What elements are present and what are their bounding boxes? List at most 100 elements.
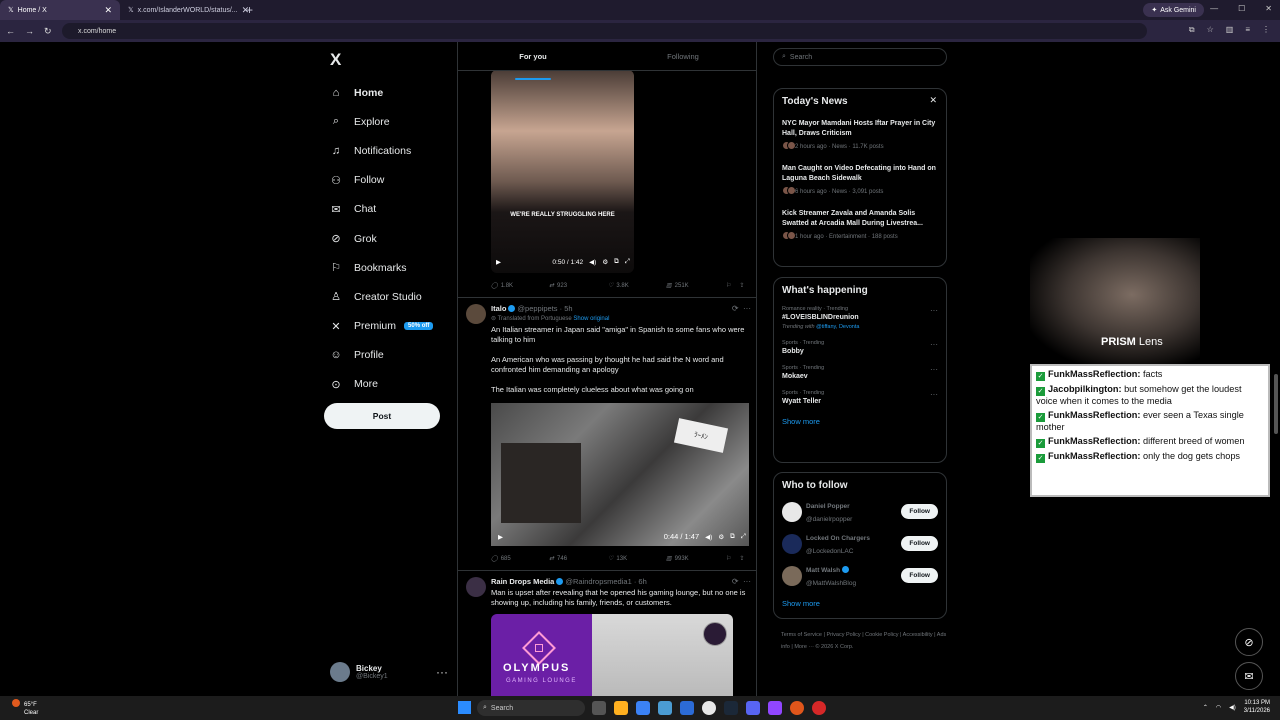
search-input[interactable]: ⌕ Search xyxy=(773,48,947,66)
fullscreen-icon[interactable]: ⤢ xyxy=(625,258,630,266)
nav-item-notifications[interactable]: ♫ Notifications xyxy=(330,136,433,165)
file-explorer-icon[interactable] xyxy=(614,701,628,715)
browser-tab-home[interactable]: 𝕏 Home / X ✕ xyxy=(0,0,120,20)
nav-item-grok[interactable]: ⊘ Grok xyxy=(330,224,433,253)
extensions-icon[interactable]: ≡ xyxy=(1245,25,1250,35)
close-tab-icon[interactable]: ✕ xyxy=(104,5,112,16)
maximize-icon[interactable]: ☐ xyxy=(1238,4,1245,13)
settings-icon[interactable]: ⚙ xyxy=(718,533,724,541)
follow-button[interactable]: Follow xyxy=(901,536,938,551)
like-button[interactable]: ♡ 3.8K xyxy=(608,282,666,290)
show-more-link[interactable]: Show more xyxy=(782,417,938,426)
tab-for-you[interactable]: For you xyxy=(458,42,608,80)
bookmark-icon[interactable]: ⚐ xyxy=(726,282,731,289)
follow-button[interactable]: Follow xyxy=(901,504,938,519)
clock[interactable]: 10:13 PM 3/11/2026 xyxy=(1244,699,1270,715)
views-button[interactable]: ▥ 993K xyxy=(666,555,726,563)
video-player[interactable]: ﾗｰﾒﾝ xyxy=(491,403,749,546)
settings-icon[interactable]: ⚙ xyxy=(602,258,608,266)
repost-button[interactable]: ⇄ 923 xyxy=(549,282,608,290)
play-icon[interactable]: ▶ xyxy=(498,533,503,541)
author-name[interactable]: Rain Drops Media xyxy=(491,577,554,586)
reload-icon[interactable]: ↻ xyxy=(44,26,52,37)
trend-item[interactable]: Sports · Trending Bobby ··· xyxy=(782,340,938,355)
taskbar-search[interactable]: ⌕ Search xyxy=(477,700,585,716)
steam-icon[interactable] xyxy=(724,701,738,715)
suggestion-name[interactable]: Matt Walsh xyxy=(806,565,856,574)
trend-item[interactable]: Sports · Trending Wyatt Teller ··· xyxy=(782,390,938,405)
grok-icon[interactable]: ⊘ xyxy=(1235,628,1263,656)
star-icon[interactable]: ☆ xyxy=(1207,25,1214,35)
task-view-icon[interactable] xyxy=(592,701,606,715)
reply-button[interactable]: ◯ 685 xyxy=(491,555,549,563)
close-window-icon[interactable]: ✕ xyxy=(1265,4,1272,13)
nav-item-explore[interactable]: ⌕ Explore xyxy=(330,107,433,136)
app-icon[interactable] xyxy=(812,701,826,715)
back-icon[interactable]: ← xyxy=(6,26,15,36)
discord-icon[interactable] xyxy=(746,701,760,715)
bookmark-icon[interactable]: ⚐ xyxy=(726,555,731,562)
more-icon[interactable]: ··· xyxy=(436,665,448,679)
more-icon[interactable]: ··· xyxy=(930,340,938,349)
avatar[interactable] xyxy=(466,304,486,324)
share-icon[interactable]: ⇪ xyxy=(739,282,744,289)
trend-with-link[interactable]: @tiffany, Devonta xyxy=(816,324,859,330)
weather-widget[interactable]: 65°F Clear xyxy=(12,699,38,717)
fullscreen-icon[interactable]: ⤢ xyxy=(741,533,746,541)
nav-item-creator-studio[interactable]: ♙ Creator Studio xyxy=(330,282,433,311)
ask-gemini-button[interactable]: ✦ Ask Gemini xyxy=(1143,3,1204,17)
avatar[interactable] xyxy=(782,502,802,522)
chrome-icon[interactable] xyxy=(702,701,716,715)
trend-item[interactable]: Sports · Trending Mokaev ··· xyxy=(782,365,938,380)
tray-chevron-icon[interactable]: ⌃ xyxy=(1203,704,1208,711)
speaker-icon[interactable]: ◀) xyxy=(1229,704,1236,711)
more-icon[interactable]: ⟳ ··· xyxy=(732,577,751,586)
video-player[interactable]: WE'RE REALLY STRUGGLING HERE xyxy=(491,70,634,273)
news-item[interactable]: Kick Streamer Zavala and Amanda Solis Sw… xyxy=(782,209,938,242)
messages-icon[interactable]: ✉ xyxy=(1235,662,1263,690)
obs-icon[interactable] xyxy=(768,701,782,715)
reply-button[interactable]: ◯ 1.8K xyxy=(491,282,549,290)
post-button[interactable]: Post xyxy=(324,403,440,429)
nav-item-home[interactable]: ⌂ Home xyxy=(330,78,433,107)
nav-item-chat[interactable]: ✉ Chat xyxy=(330,195,433,224)
store-icon[interactable] xyxy=(636,701,650,715)
follow-suggestion[interactable]: Daniel Popper @danielrpopper Follow xyxy=(782,501,938,523)
views-button[interactable]: ▥ 251K xyxy=(666,282,726,290)
close-icon[interactable]: ✕ xyxy=(929,95,937,106)
url-field[interactable]: x.com/home xyxy=(62,23,1147,39)
suggestion-name[interactable]: Locked On Chargers xyxy=(806,533,870,542)
windows-start-icon[interactable] xyxy=(458,701,471,714)
follow-suggestion[interactable]: Locked On Chargers @LockedonLAC Follow xyxy=(782,533,938,555)
photos-icon[interactable] xyxy=(658,701,672,715)
scrollbar[interactable] xyxy=(1273,44,1279,696)
repost-button[interactable]: ⇄ 746 xyxy=(549,555,608,563)
nav-item-follow[interactable]: ⚇ Follow xyxy=(330,166,433,195)
sidebar-icon[interactable]: ▥ xyxy=(1226,25,1234,35)
avatar[interactable] xyxy=(782,534,802,554)
mail-app-icon[interactable] xyxy=(680,701,694,715)
play-icon[interactable]: ▶ xyxy=(496,258,501,266)
browser-tab-status[interactable]: 𝕏 x.com/IslanderWORLD/status/... ✕ xyxy=(120,0,249,20)
volume-icon[interactable]: ◀) xyxy=(589,258,596,266)
network-icon[interactable]: ◠ xyxy=(1216,704,1221,711)
news-item[interactable]: Man Caught on Video Defecating into Hand… xyxy=(782,164,938,197)
new-tab-button[interactable]: + xyxy=(246,3,253,17)
like-button[interactable]: ♡ 13K xyxy=(608,555,666,563)
follow-suggestion[interactable]: Matt Walsh @MattWalshBlog Follow xyxy=(782,565,938,587)
more-icon[interactable]: ⟳ ··· xyxy=(732,304,751,313)
menu-icon[interactable]: ⋮ xyxy=(1262,25,1270,35)
browser-icon[interactable] xyxy=(790,701,804,715)
account-switcher[interactable]: Bickey @Bickey1 ··· xyxy=(330,662,448,682)
install-icon[interactable]: ⧉ xyxy=(1189,25,1195,35)
minimize-icon[interactable]: — xyxy=(1210,4,1218,13)
more-icon[interactable]: ··· xyxy=(930,390,938,399)
nav-item-profile[interactable]: ☺ Profile xyxy=(330,341,433,370)
video-player[interactable]: OLYMPUS GAMING LOUNGE xyxy=(491,614,733,696)
trend-item[interactable]: Romance reality · Trending #LOVEISBLINDre… xyxy=(782,306,938,330)
author-name[interactable]: Italo xyxy=(491,304,506,313)
news-item[interactable]: NYC Mayor Mamdani Hosts Iftar Prayer in … xyxy=(782,119,938,152)
show-more-link[interactable]: Show more xyxy=(782,599,938,608)
nav-item-bookmarks[interactable]: ⚐ Bookmarks xyxy=(330,253,433,282)
forward-icon[interactable]: → xyxy=(25,26,34,36)
